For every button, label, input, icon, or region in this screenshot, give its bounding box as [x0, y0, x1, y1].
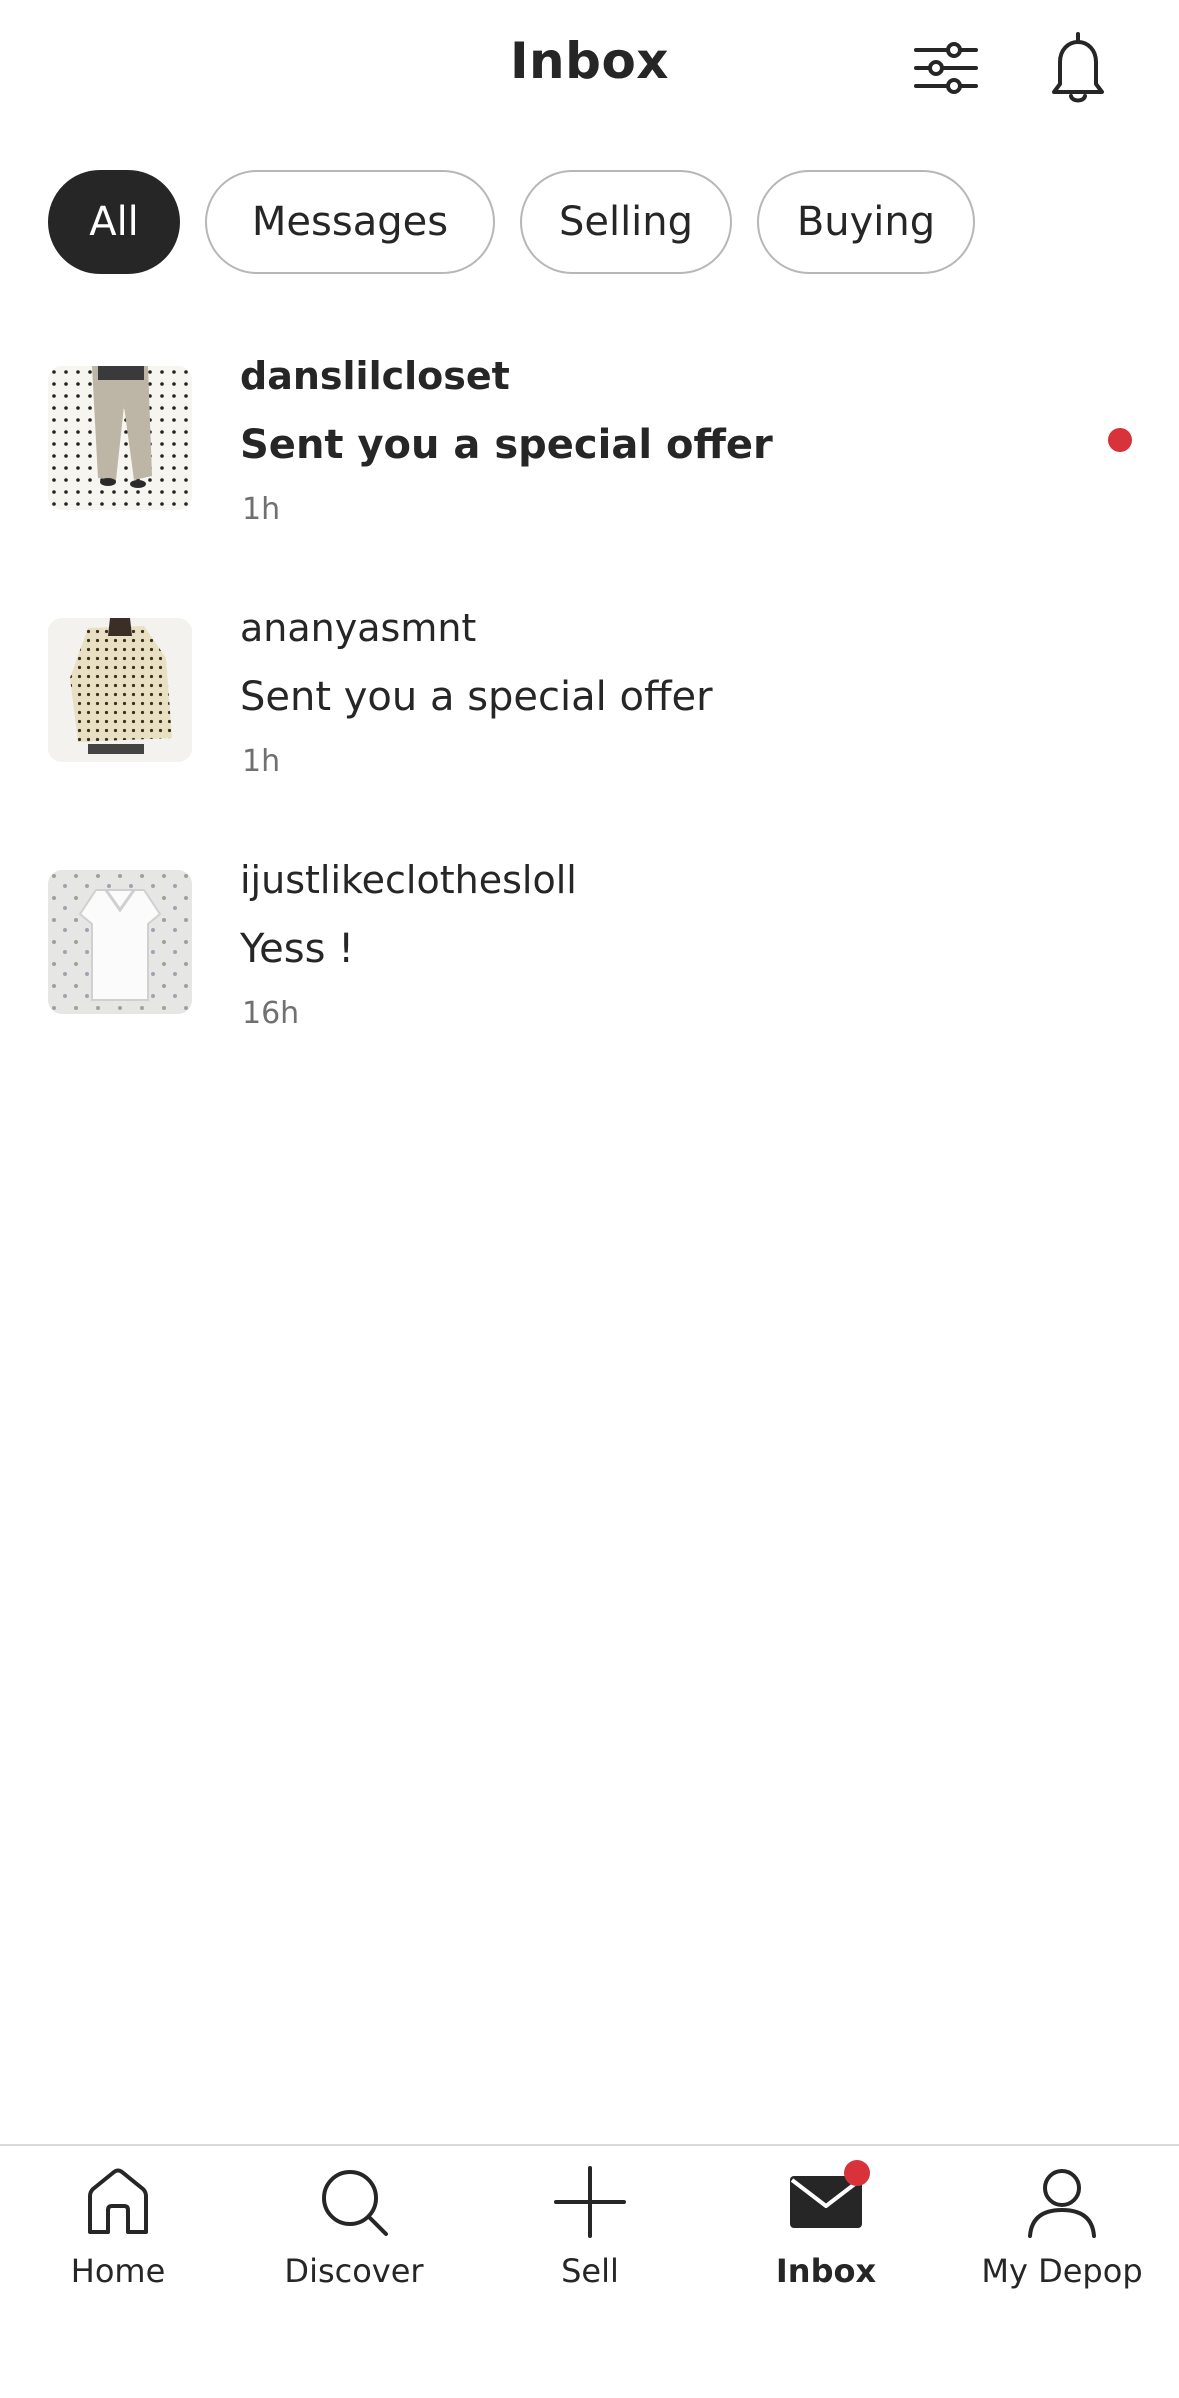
filter-all[interactable]: All — [48, 170, 180, 274]
conversation-row[interactable]: ananyasmnt Sent you a special offer 1h — [0, 600, 1179, 800]
conversation-username: danslilcloset — [240, 354, 510, 398]
listing-thumbnail — [48, 618, 192, 762]
conversation-time: 1h — [242, 492, 281, 527]
conversation-message: Yess ! — [240, 926, 355, 972]
tab-my-depop[interactable]: My Depop — [944, 2162, 1179, 2290]
tab-label: My Depop — [981, 2252, 1143, 2290]
filter-messages[interactable]: Messages — [205, 170, 495, 274]
home-icon — [78, 2162, 158, 2242]
header: Inbox — [0, 0, 1179, 140]
bottom-tab-bar: Home Discover Sell Inbox My Depop — [0, 2144, 1179, 2398]
conversation-message: Sent you a special offer — [240, 422, 773, 468]
conversation-row[interactable]: danslilcloset Sent you a special offer 1… — [0, 348, 1179, 548]
conversation-username: ijustlikeclothesloll — [240, 858, 577, 902]
search-icon — [314, 2162, 394, 2242]
filter-chips: All Messages Selling Buying — [48, 170, 975, 278]
plus-icon — [550, 2162, 630, 2242]
tab-sell[interactable]: Sell — [472, 2162, 708, 2290]
listing-thumbnail — [48, 366, 192, 510]
listing-thumbnail — [48, 870, 192, 1014]
page-title: Inbox — [509, 32, 670, 90]
filter-button[interactable] — [906, 28, 986, 108]
sliders-icon — [914, 42, 978, 94]
conversation-time: 1h — [242, 744, 281, 779]
filter-selling[interactable]: Selling — [520, 170, 732, 274]
profile-icon — [1022, 2162, 1102, 2242]
notifications-button[interactable] — [1038, 28, 1118, 108]
tab-discover[interactable]: Discover — [236, 2162, 472, 2290]
tab-home[interactable]: Home — [0, 2162, 236, 2290]
unread-indicator — [1108, 428, 1132, 452]
tab-label: Inbox — [775, 2252, 877, 2290]
conversation-time: 16h — [242, 996, 300, 1031]
tab-label: Home — [70, 2252, 166, 2290]
bell-icon — [1052, 32, 1104, 103]
mail-icon — [786, 2160, 870, 2242]
conversation-row[interactable]: ijustlikeclothesloll Yess ! 16h — [0, 852, 1179, 1052]
conversation-message: Sent you a special offer — [240, 674, 713, 720]
filter-buying[interactable]: Buying — [757, 170, 975, 274]
tab-label: Discover — [284, 2252, 424, 2290]
conversation-username: ananyasmnt — [240, 606, 477, 650]
tab-label: Sell — [561, 2252, 619, 2290]
notification-badge — [844, 2160, 870, 2186]
tab-inbox[interactable]: Inbox — [708, 2160, 944, 2290]
